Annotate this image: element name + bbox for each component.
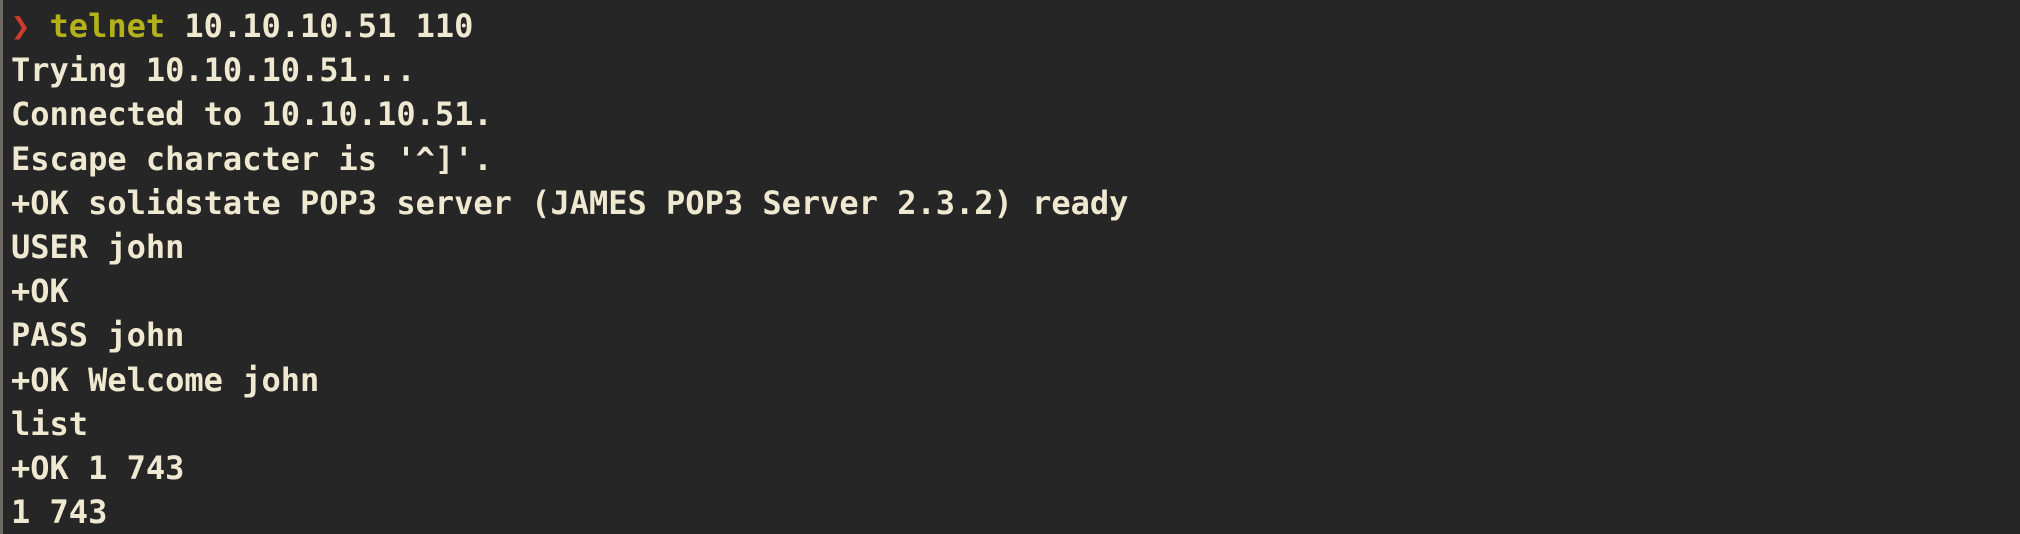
output-line: +OK Welcome john bbox=[11, 360, 320, 399]
window-edge bbox=[0, 0, 3, 534]
output-line: Trying 10.10.10.51... bbox=[11, 51, 416, 90]
output-line: +OK solidstate POP3 server (JAMES POP3 S… bbox=[11, 183, 1129, 222]
output-line: PASS john bbox=[11, 316, 185, 355]
command-name: telnet bbox=[49, 7, 166, 45]
command-args: 10.10.10.51 110 bbox=[184, 7, 474, 45]
output-line: Escape character is '^]'. bbox=[11, 139, 493, 178]
prompt-line: ❯ telnet 10.10.10.51 110 bbox=[11, 4, 2020, 48]
output-line: 1 743 bbox=[11, 493, 108, 532]
terminal-window[interactable]: ❯ telnet 10.10.10.51 110 Trying 10.10.10… bbox=[0, 0, 2020, 534]
output-line: list bbox=[11, 404, 89, 443]
output-line: Connected to 10.10.10.51. bbox=[11, 95, 493, 134]
prompt-symbol: ❯ bbox=[11, 7, 31, 45]
output-line: +OK bbox=[11, 272, 69, 311]
output-line: USER john bbox=[11, 227, 185, 266]
output-line: +OK 1 743 bbox=[11, 448, 185, 487]
